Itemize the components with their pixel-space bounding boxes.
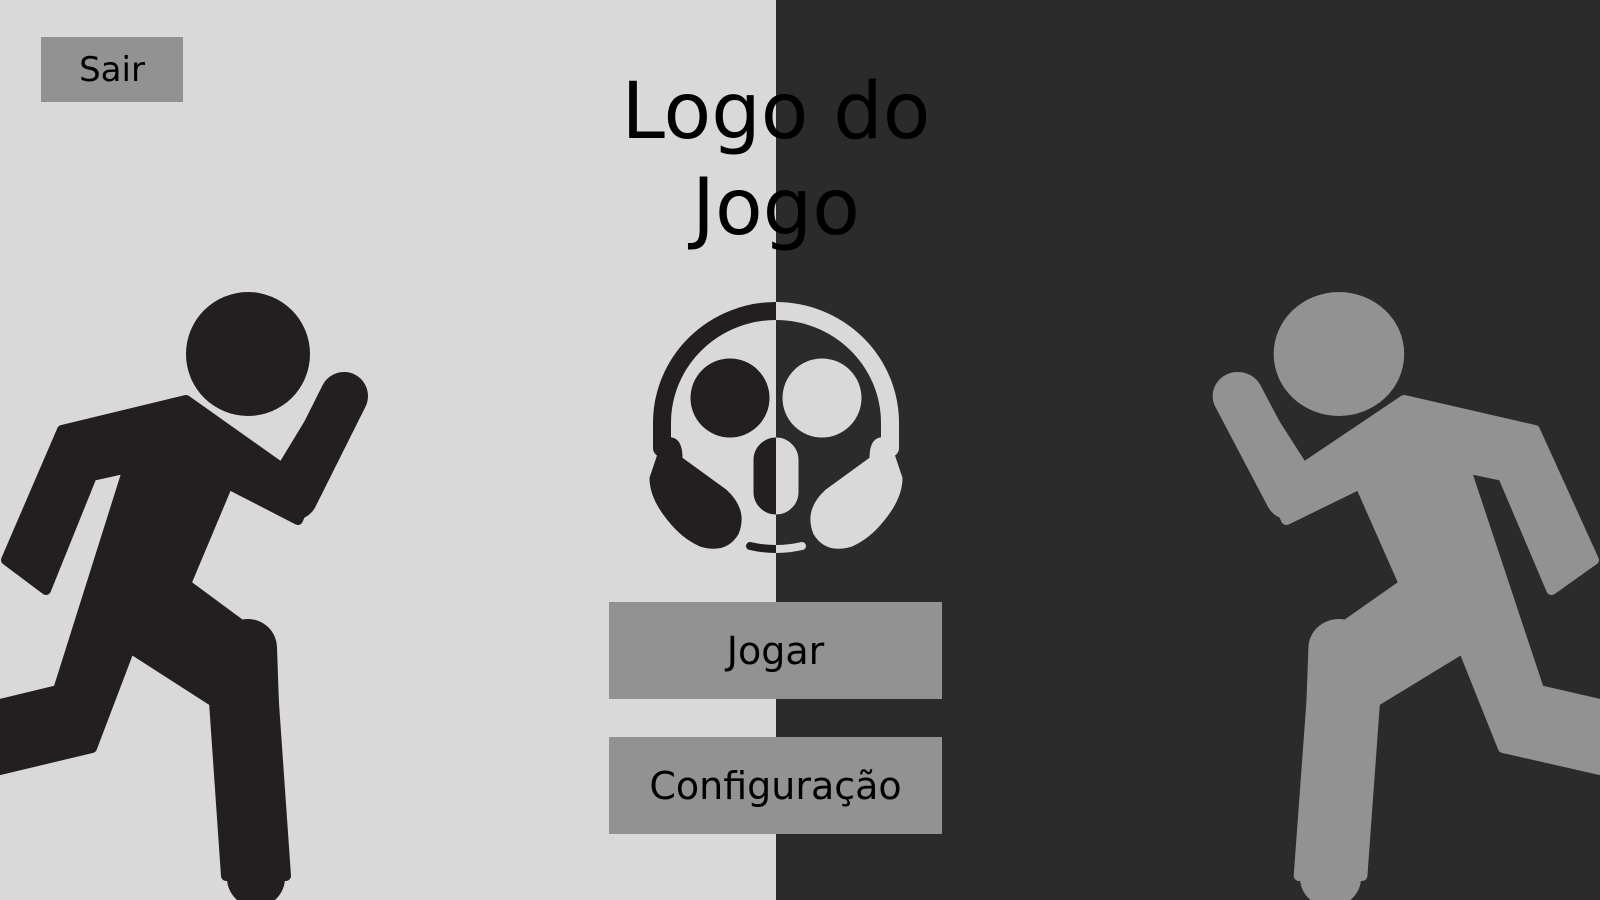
exit-button[interactable]: Sair (41, 37, 183, 102)
settings-button[interactable]: Configuração (609, 737, 942, 834)
logo-line-2: Jogo (692, 163, 860, 253)
running-person-left-icon (0, 292, 368, 900)
play-button[interactable]: Jogar (609, 602, 942, 699)
logo-line-1: Logo do (621, 67, 931, 157)
running-person-right-icon (1212, 292, 1600, 900)
game-logo-title: Logo do Jogo (540, 64, 1012, 256)
screaming-face-icon (646, 298, 906, 558)
